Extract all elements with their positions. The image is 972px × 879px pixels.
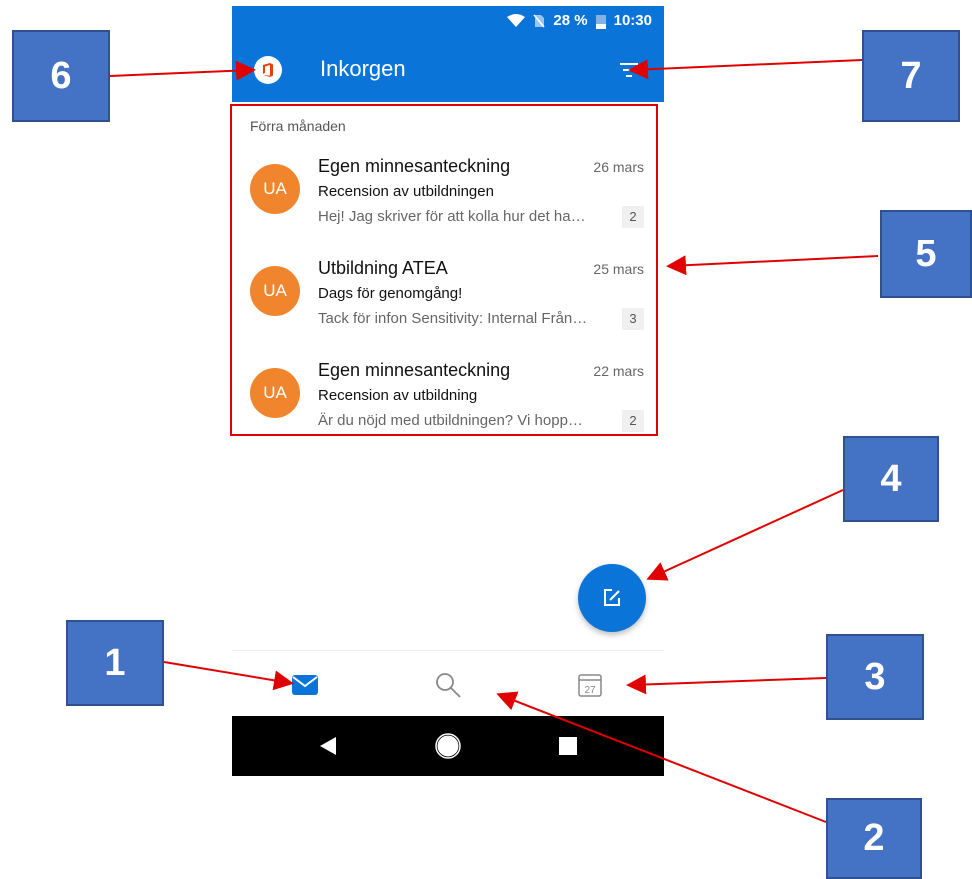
mail-icon: [292, 675, 318, 695]
callout-3: 3: [826, 634, 924, 720]
callout-2: 2: [826, 798, 922, 879]
calendar-icon: 27: [578, 674, 602, 697]
search-icon: [436, 673, 461, 698]
wifi-icon: [507, 13, 526, 27]
inbox-list-highlight: [230, 104, 658, 436]
callout-7: 7: [862, 30, 960, 122]
nav-search[interactable]: [428, 669, 468, 701]
home-icon[interactable]: [435, 733, 461, 759]
battery-percent: 28 %: [553, 12, 588, 29]
recents-icon[interactable]: [559, 737, 577, 755]
callout-5: 5: [880, 210, 972, 298]
back-icon[interactable]: [318, 736, 338, 756]
nav-calendar[interactable]: 27: [570, 669, 610, 701]
no-sim-icon: [533, 14, 545, 27]
page-title: Inkorgen: [320, 56, 406, 81]
calendar-day: 27: [584, 685, 596, 696]
clock: 10:30: [613, 12, 652, 29]
callout-4: 4: [843, 436, 939, 522]
bottom-navigation: 27: [232, 650, 664, 717]
compose-button[interactable]: [578, 564, 646, 632]
system-navigation-bar: [232, 716, 664, 776]
nav-mail[interactable]: [285, 669, 325, 701]
app-bar: Inkorgen: [232, 36, 664, 102]
status-bar: 28 % 10:30: [232, 6, 664, 36]
callout-6: 6: [12, 30, 110, 122]
callout-1: 1: [66, 620, 164, 706]
filter-icon[interactable]: [618, 60, 640, 80]
battery-icon: [595, 14, 606, 29]
compose-icon: [604, 589, 620, 606]
office-icon[interactable]: [254, 56, 282, 84]
